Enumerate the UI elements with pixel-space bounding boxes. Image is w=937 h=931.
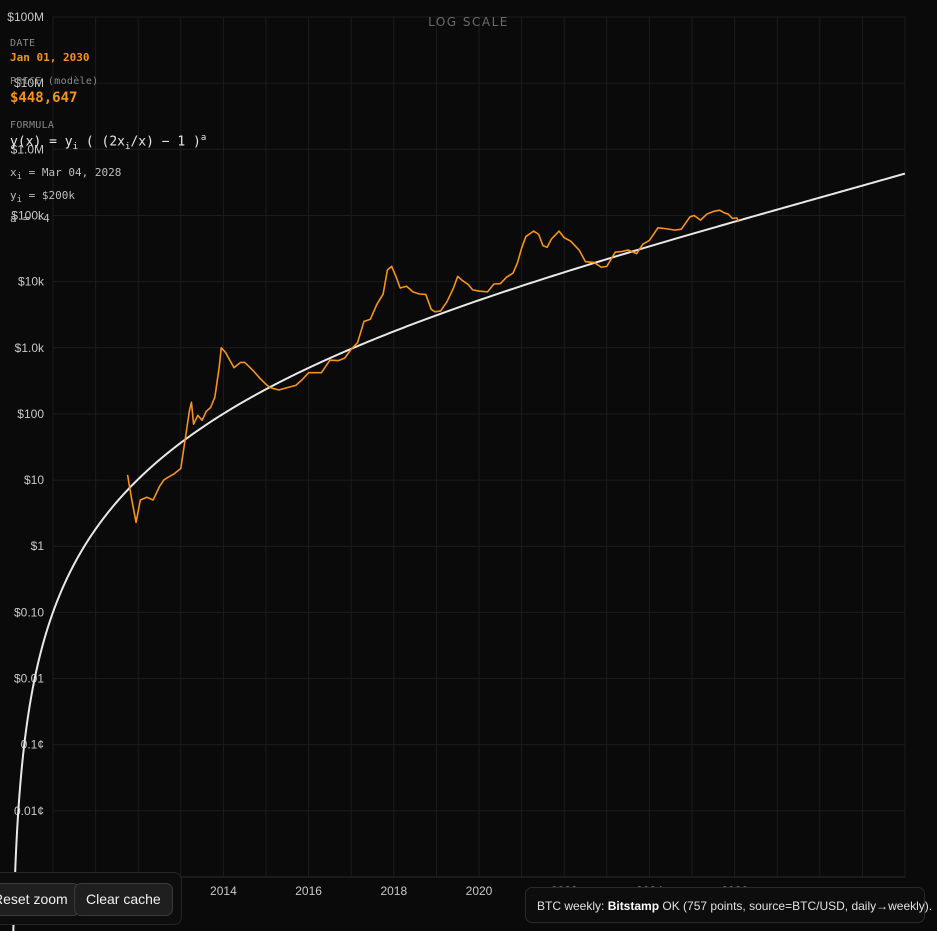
- formula-label: FORMULA: [10, 120, 55, 131]
- scale-label: LOG SCALE: [428, 15, 509, 29]
- param-yi: yi = $200k: [10, 189, 76, 206]
- x-tick-label: 2014: [210, 884, 237, 898]
- status-source: Bitstamp: [607, 899, 660, 913]
- y-tick-label: $10: [24, 473, 44, 487]
- y-tick-label: $10k: [18, 275, 45, 289]
- formula: y(x) = yi ( (2xi/x) − 1 )a: [10, 133, 207, 152]
- status-bar: BTC weekly: Bitstamp OK (757 points, sou…: [525, 887, 932, 923]
- y-tick-label: $1: [31, 539, 45, 553]
- y-tick-label: $100: [17, 407, 44, 421]
- reset-zoom-button[interactable]: Reset zoom: [0, 883, 80, 916]
- y-tick-label: $0.01: [14, 672, 44, 686]
- param-xi: xi = Mar 04, 2028: [10, 165, 122, 183]
- param-a: a = -4: [10, 212, 50, 226]
- y-tick-label: $0.10: [14, 605, 44, 619]
- y-tick-label: $1.0k: [15, 341, 45, 355]
- clear-cache-button[interactable]: Clear cache: [74, 883, 173, 916]
- button-group: Reset zoom Clear cache: [0, 872, 182, 925]
- x-tick-label: 2018: [380, 884, 407, 898]
- price-label: PRICE (modèle): [10, 76, 99, 87]
- btc-price-line: [126, 209, 740, 524]
- info-panel: DATE Jan 01, 2030 PRICE (modèle) $448,64…: [10, 38, 206, 225]
- date-value: Jan 01, 2030: [10, 51, 90, 64]
- date-label: DATE: [10, 38, 36, 49]
- x-tick-label: 2016: [295, 884, 322, 898]
- model-curve: [12, 172, 906, 931]
- x-tick-label: 2020: [466, 884, 493, 898]
- price-value: $448,647: [10, 90, 78, 106]
